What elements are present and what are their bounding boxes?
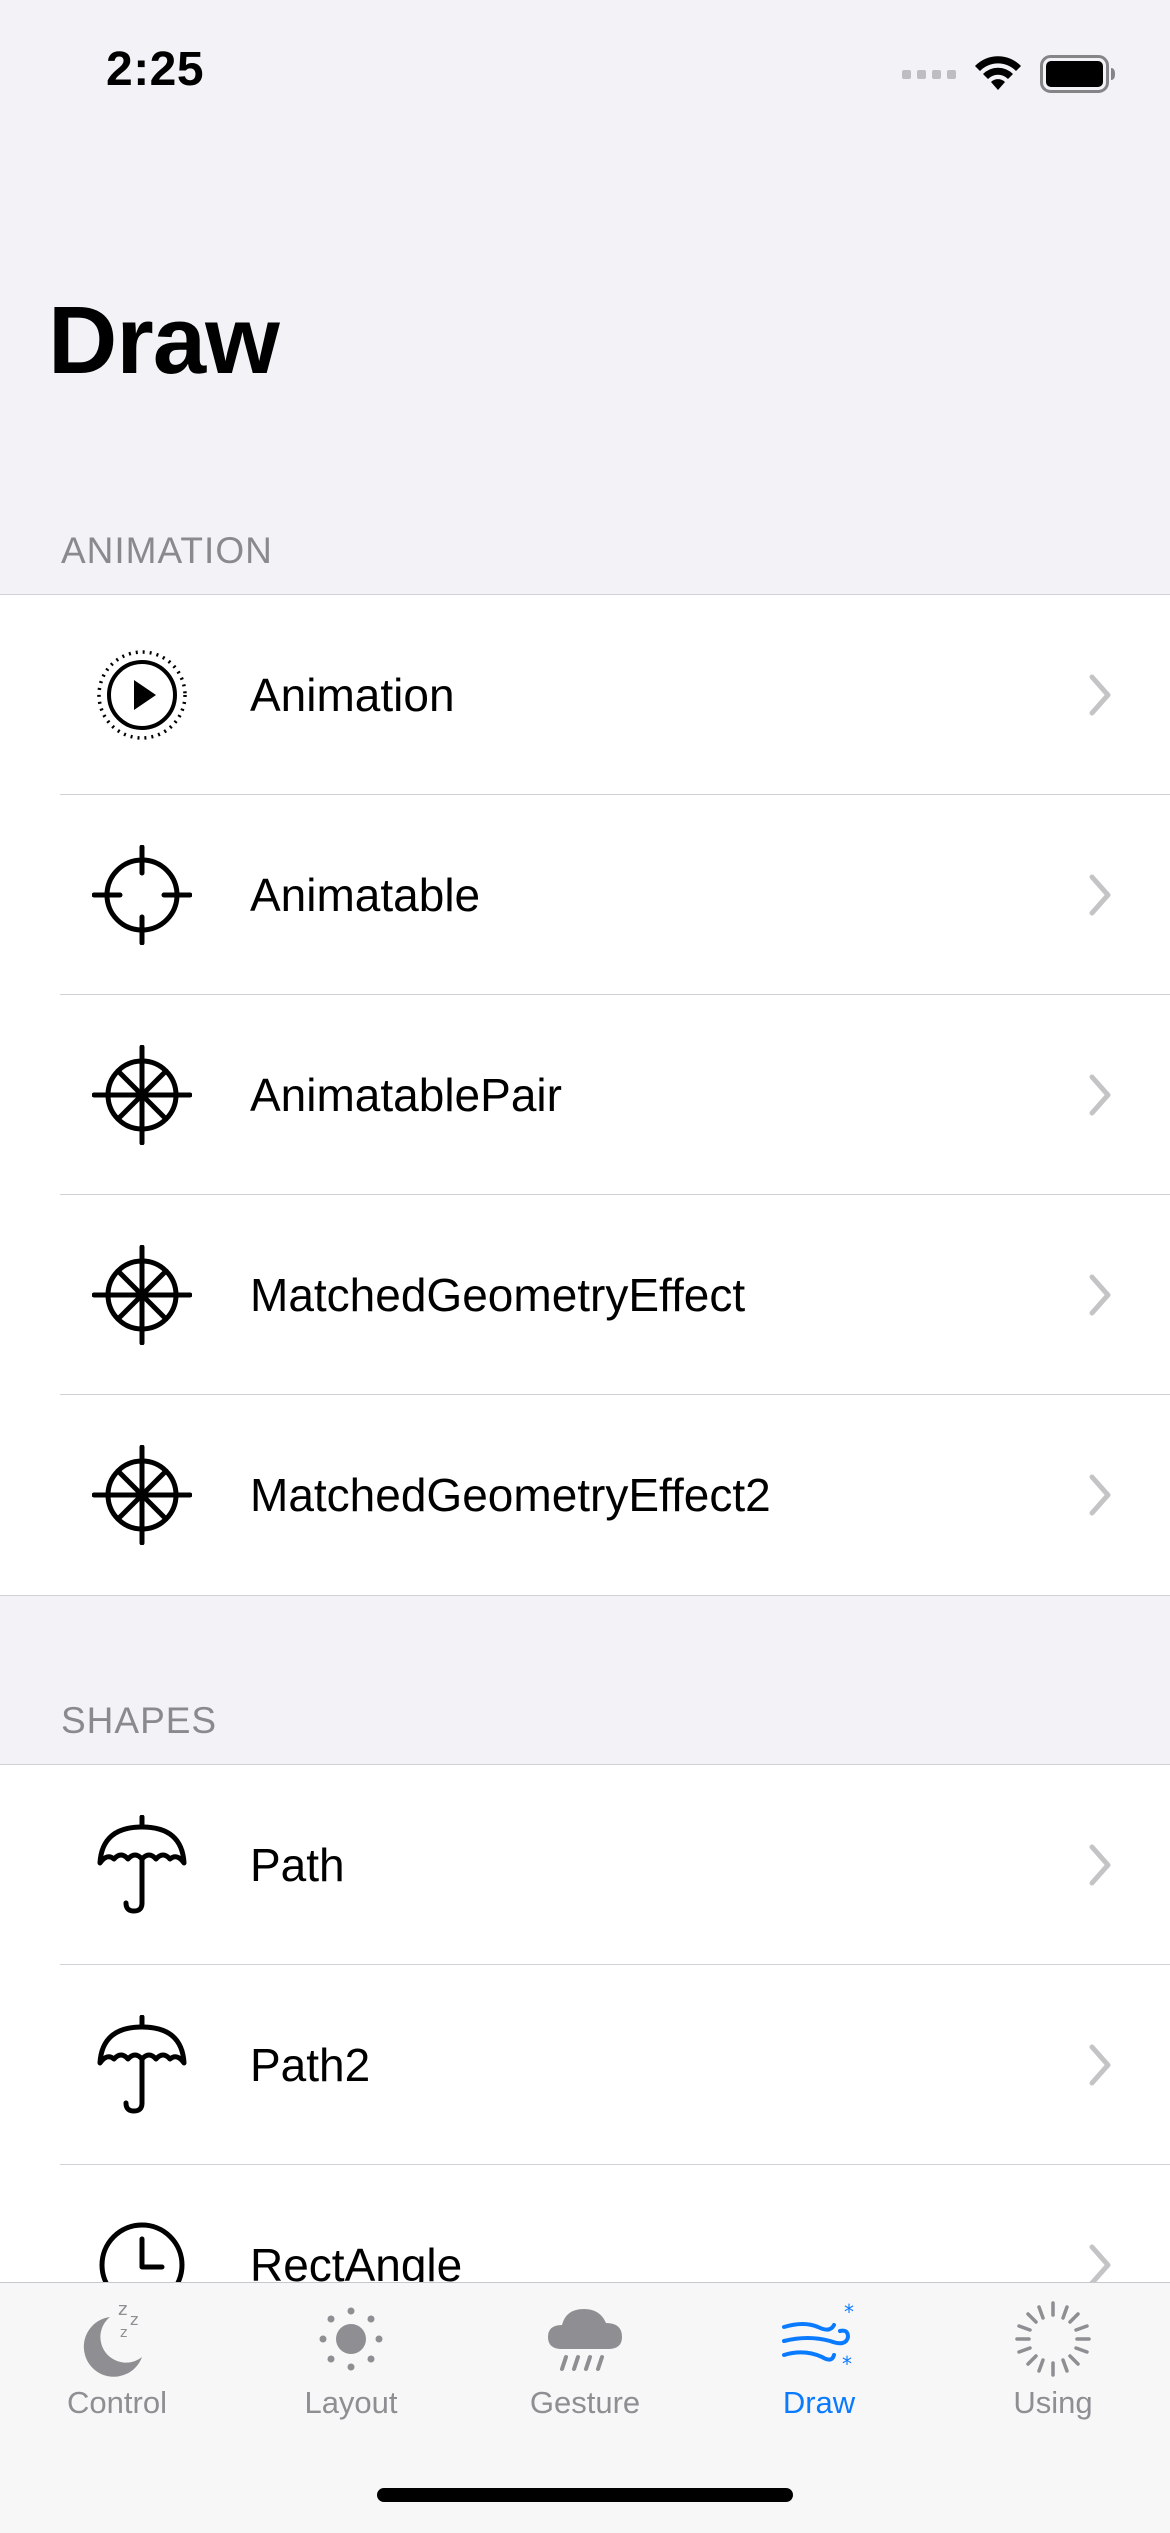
spinner-icon <box>1008 2299 1098 2379</box>
status-bar: 2:25 <box>0 0 1170 140</box>
tab-label: Using <box>1013 2385 1093 2420</box>
chevron-right-icon <box>1089 674 1111 716</box>
tab-draw[interactable]: * * Draw <box>702 2283 936 2443</box>
section-header-shapes: SHAPES <box>61 1700 218 1741</box>
wind-snow-icon: * * <box>774 2299 864 2379</box>
tab-control[interactable]: z z z Control <box>0 2283 234 2443</box>
svg-text:z: z <box>130 2310 138 2329</box>
chevron-right-icon <box>1089 874 1111 916</box>
list-item-label: Animatable <box>250 869 481 921</box>
list-item-label: AnimatablePair <box>250 1069 562 1121</box>
list-item-matchedgeometryeffect2[interactable]: MatchedGeometryEffect2 <box>0 1395 1170 1595</box>
tab-label: Gesture <box>529 2385 641 2420</box>
umbrella-icon <box>92 2015 192 2115</box>
helm-icon <box>92 1045 192 1145</box>
svg-text:*: * <box>842 2352 852 2376</box>
chevron-right-icon <box>1089 1474 1111 1516</box>
list-item-label: Animation <box>250 669 455 721</box>
page-title: Draw <box>48 287 280 394</box>
helm-icon <box>92 1445 192 1545</box>
tab-label: Control <box>67 2385 167 2420</box>
tab-label: Layout <box>304 2385 398 2420</box>
section-header-animation: ANIMATION <box>61 530 273 571</box>
shapes-list: Path Path2 RectAngle <box>0 1764 1170 2365</box>
crosshair-icon <box>92 845 192 945</box>
list-item-path[interactable]: Path <box>0 1765 1170 1965</box>
list-item-label: Path <box>250 1839 345 1891</box>
moon-zzz-icon: z z z <box>72 2299 162 2379</box>
chevron-right-icon <box>1089 1274 1111 1316</box>
wifi-icon <box>975 56 1021 90</box>
svg-text:*: * <box>844 2300 854 2324</box>
svg-text:z: z <box>120 2325 127 2341</box>
chevron-right-icon <box>1089 2044 1111 2086</box>
battery-icon <box>1040 55 1115 93</box>
status-time: 2:25 <box>106 43 205 96</box>
sun-icon <box>306 2299 396 2379</box>
chevron-right-icon <box>1089 1844 1111 1886</box>
list-item-animation[interactable]: Animation <box>0 595 1170 795</box>
status-icons <box>902 52 1116 96</box>
animation-list: Animation Animatable AnimatablePair Matc… <box>0 594 1170 1596</box>
cellular-signal-icon <box>902 69 956 79</box>
list-item-label: MatchedGeometryEffect <box>250 1269 746 1321</box>
tab-label: Draw <box>782 2385 856 2420</box>
tab-gesture[interactable]: Gesture <box>468 2283 702 2443</box>
play-circle-dotted-icon <box>92 645 192 745</box>
tab-layout[interactable]: Layout <box>234 2283 468 2443</box>
chevron-right-icon <box>1089 1074 1111 1116</box>
list-item-label: MatchedGeometryEffect2 <box>250 1469 771 1521</box>
cloud-rain-icon <box>540 2299 630 2379</box>
list-item-matchedgeometryeffect[interactable]: MatchedGeometryEffect <box>0 1195 1170 1395</box>
tab-using[interactable]: Using <box>936 2283 1170 2443</box>
helm-icon <box>92 1245 192 1345</box>
svg-text:z: z <box>118 2299 127 2320</box>
list-item-label: Path2 <box>250 2039 371 2091</box>
list-item-animatable[interactable]: Animatable <box>0 795 1170 995</box>
umbrella-icon <box>92 1815 192 1915</box>
home-indicator <box>377 2488 793 2502</box>
list-item-path2[interactable]: Path2 <box>0 1965 1170 2165</box>
list-item-animatablepair[interactable]: AnimatablePair <box>0 995 1170 1195</box>
